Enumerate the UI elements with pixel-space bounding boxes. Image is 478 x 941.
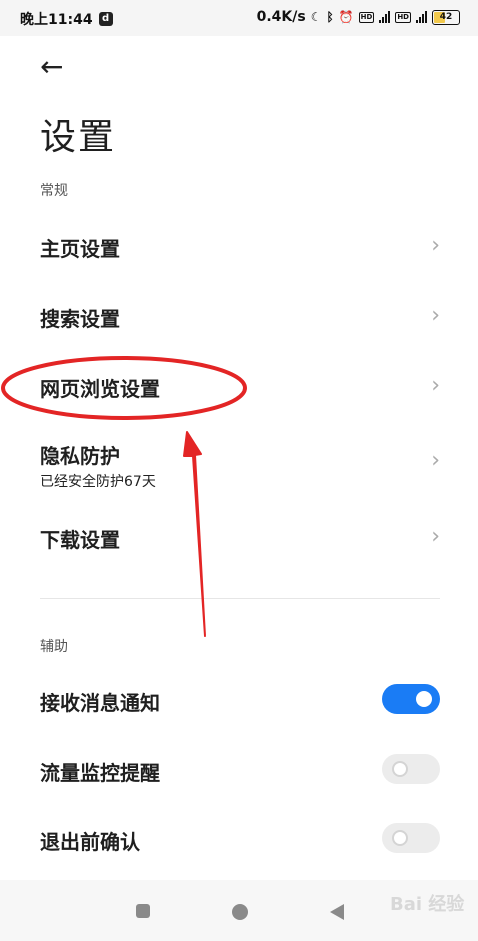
annotation-overlay <box>1 356 247 637</box>
annotation-arrow <box>183 431 206 637</box>
settings-screen: 晚上11:44 d 0.4K/s ☾ ᛒ ⏰ HD HD 42 ← 设置 常规 … <box>0 0 478 941</box>
recents-button[interactable] <box>136 904 150 918</box>
watermark: Bai 经验 <box>390 894 465 915</box>
highlight-ellipse <box>1 356 247 420</box>
home-button[interactable] <box>232 904 248 920</box>
back-button[interactable] <box>330 904 344 920</box>
